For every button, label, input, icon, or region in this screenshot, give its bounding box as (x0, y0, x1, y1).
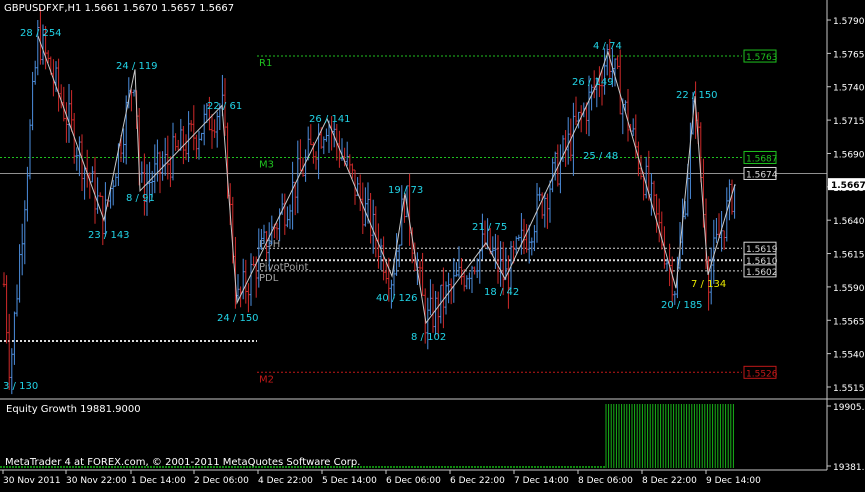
level-name: M3 (259, 159, 274, 170)
time-tick-label: 9 Dec 14:00 (706, 476, 761, 486)
price-tick-label: 1.5740 (833, 84, 865, 94)
swing-label: 40 / 126 (376, 293, 418, 304)
price-tick-label: 1.5540 (833, 351, 865, 361)
time-tick-label: 7 Dec 14:00 (514, 476, 569, 486)
swing-label: 8 / 91 (126, 193, 155, 204)
swing-label: 20 / 185 (661, 300, 703, 311)
level-name: R1 (259, 58, 272, 69)
swing-label: 3 / 130 (3, 381, 38, 392)
time-tick-label: 8 Dec 22:00 (642, 476, 697, 486)
swing-label: 24 / 150 (217, 313, 259, 324)
time-tick-label: 30 Nov 22:00 (66, 476, 127, 486)
level-price-label: 1.5674 (746, 170, 778, 180)
price-tick-label: 1.5690 (833, 150, 865, 160)
price-tick-label: 1.5765 (833, 50, 865, 60)
time-tick-label: 8 Dec 06:00 (578, 476, 633, 486)
level-price-label: 1.5619 (746, 245, 778, 255)
swing-label: 22 / 61 (207, 101, 242, 112)
equity-tick-label: 19381.5 (833, 463, 865, 473)
trading-chart-window[interactable]: R11.5763M31.56871.5674PDH1.5619PivotPoin… (0, 0, 865, 488)
level-price-label: 1.5526 (746, 369, 778, 379)
copyright-text: MetaTrader 4 at FOREX.com, © 2001-2011 M… (5, 457, 361, 468)
level-name: PDL (259, 273, 279, 284)
swing-label: 26 / 149 (572, 77, 614, 88)
swing-label: 28 / 254 (20, 28, 62, 39)
price-tick-label: 1.5615 (833, 251, 865, 261)
swing-label: 22 / 150 (676, 90, 718, 101)
price-tick-label: 1.5715 (833, 117, 865, 127)
time-tick-label: 6 Dec 22:00 (450, 476, 505, 486)
swing-label: 7 / 134 (691, 279, 726, 290)
indicator-title: Equity Growth 19881.9000 (6, 404, 141, 415)
time-tick-label: 1 Dec 14:00 (131, 476, 186, 486)
equity-tick-label: 19905.7 (833, 403, 865, 413)
level-price-label: 1.5602 (746, 268, 778, 278)
swing-label: 24 / 119 (116, 61, 158, 72)
swing-label: 18 / 42 (484, 287, 519, 298)
swing-label: 26 / 141 (309, 114, 351, 125)
symbol-title: GBPUSDFXF,H1 1.5661 1.5670 1.5657 1.5667 (4, 3, 235, 14)
swing-label: 23 / 143 (88, 230, 130, 241)
current-price-label: 1.5667 (831, 181, 865, 191)
level-name: M2 (259, 374, 274, 385)
level-price-label: 1.5687 (746, 154, 778, 164)
time-tick-label: 30 Nov 2011 (3, 476, 61, 486)
price-tick-label: 1.5565 (833, 317, 865, 327)
time-tick-label: 2 Dec 06:00 (194, 476, 249, 486)
swing-label: 25 / 48 (583, 151, 618, 162)
level-name: PivotPoint (259, 262, 308, 273)
swing-label: 8 / 102 (411, 332, 446, 343)
time-tick-label: 6 Dec 06:00 (386, 476, 441, 486)
level-price-label: 1.5763 (746, 53, 778, 63)
price-tick-label: 1.5515 (833, 384, 865, 394)
price-tick-label: 1.5640 (833, 217, 865, 227)
price-tick-label: 1.5790 (833, 17, 865, 27)
swing-label: 4 / 74 (593, 41, 622, 52)
swing-label: 21 / 75 (472, 222, 507, 233)
price-tick-label: 1.5590 (833, 284, 865, 294)
swing-label: 19 / 73 (388, 185, 423, 196)
time-tick-label: 5 Dec 14:00 (322, 476, 377, 486)
time-tick-label: 4 Dec 22:00 (258, 476, 313, 486)
